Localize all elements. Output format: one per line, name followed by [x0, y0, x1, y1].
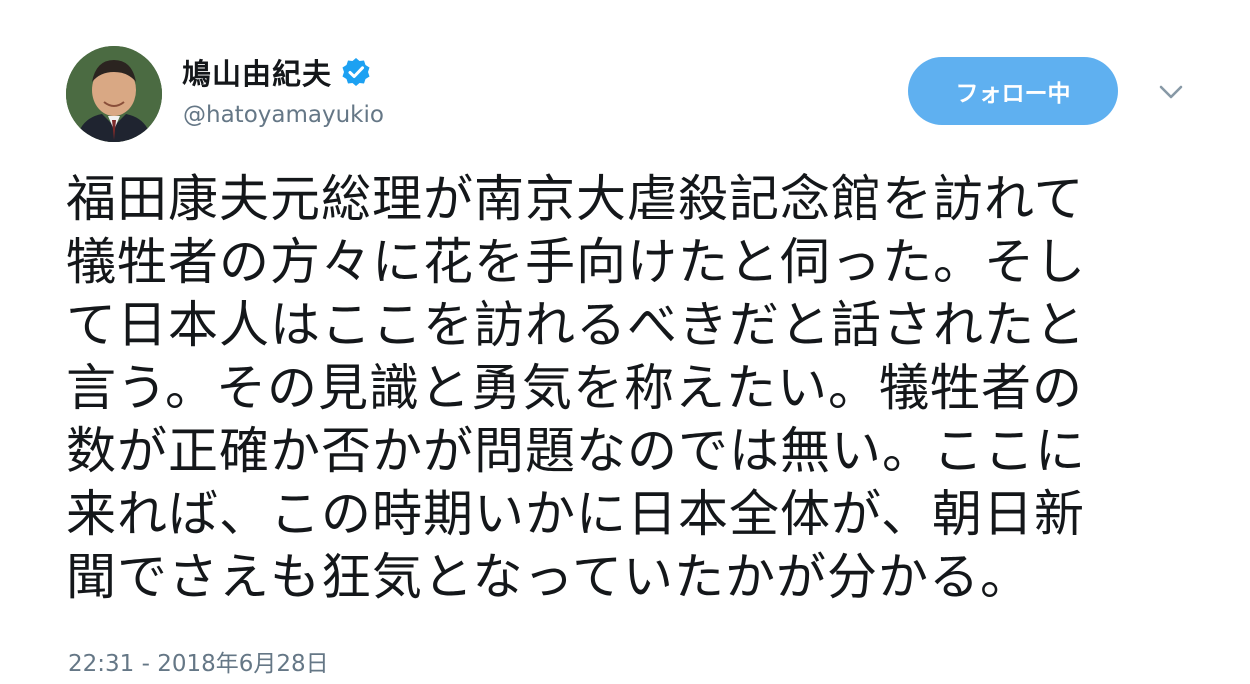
verified-badge-icon [340, 56, 372, 88]
tweet-card: 鳩山由紀夫 @hatoyamayukio フォロー中 福田康夫元総理が南京大虐殺… [0, 0, 1250, 684]
user-handle[interactable]: @hatoyamayukio [183, 102, 384, 128]
display-name[interactable]: 鳩山由紀夫 [182, 51, 332, 93]
tweet-text-line: 聞でさえも狂気となっていたかが分かる。 [66, 548, 1031, 606]
tweet-text-line: 言う。その見識と勇気を称えたい。犠牲者の [66, 359, 1083, 417]
tweet-text: 福田康夫元総理が南京大虐殺記念館を訪れて 犠牲者の方々に花を手向けたと伺った。そ… [66, 168, 1176, 609]
avatar[interactable] [66, 46, 162, 142]
tweet-text-line: 来れば、この時期いかに日本全体が、朝日新 [66, 485, 1085, 543]
tweet-text-line: 犠牲者の方々に花を手向けたと伺った。そし [66, 233, 1086, 291]
tweet-text-line: 数が正確か否かが問題なのでは無い。ここに [66, 422, 1086, 480]
tweet-timestamp[interactable]: 22:31 - 2018年6月28日 [68, 644, 329, 678]
chevron-down-icon[interactable] [1158, 82, 1184, 102]
tweet-text-line: て日本人はここを訪れるべきだと話されたと [66, 296, 1086, 354]
name-row: 鳩山由紀夫 [182, 52, 372, 92]
following-button[interactable]: フォロー中 [908, 57, 1118, 125]
tweet-text-line: 福田康夫元総理が南京大虐殺記念館を訪れて [66, 170, 1085, 228]
profile-photo-icon [66, 46, 162, 142]
